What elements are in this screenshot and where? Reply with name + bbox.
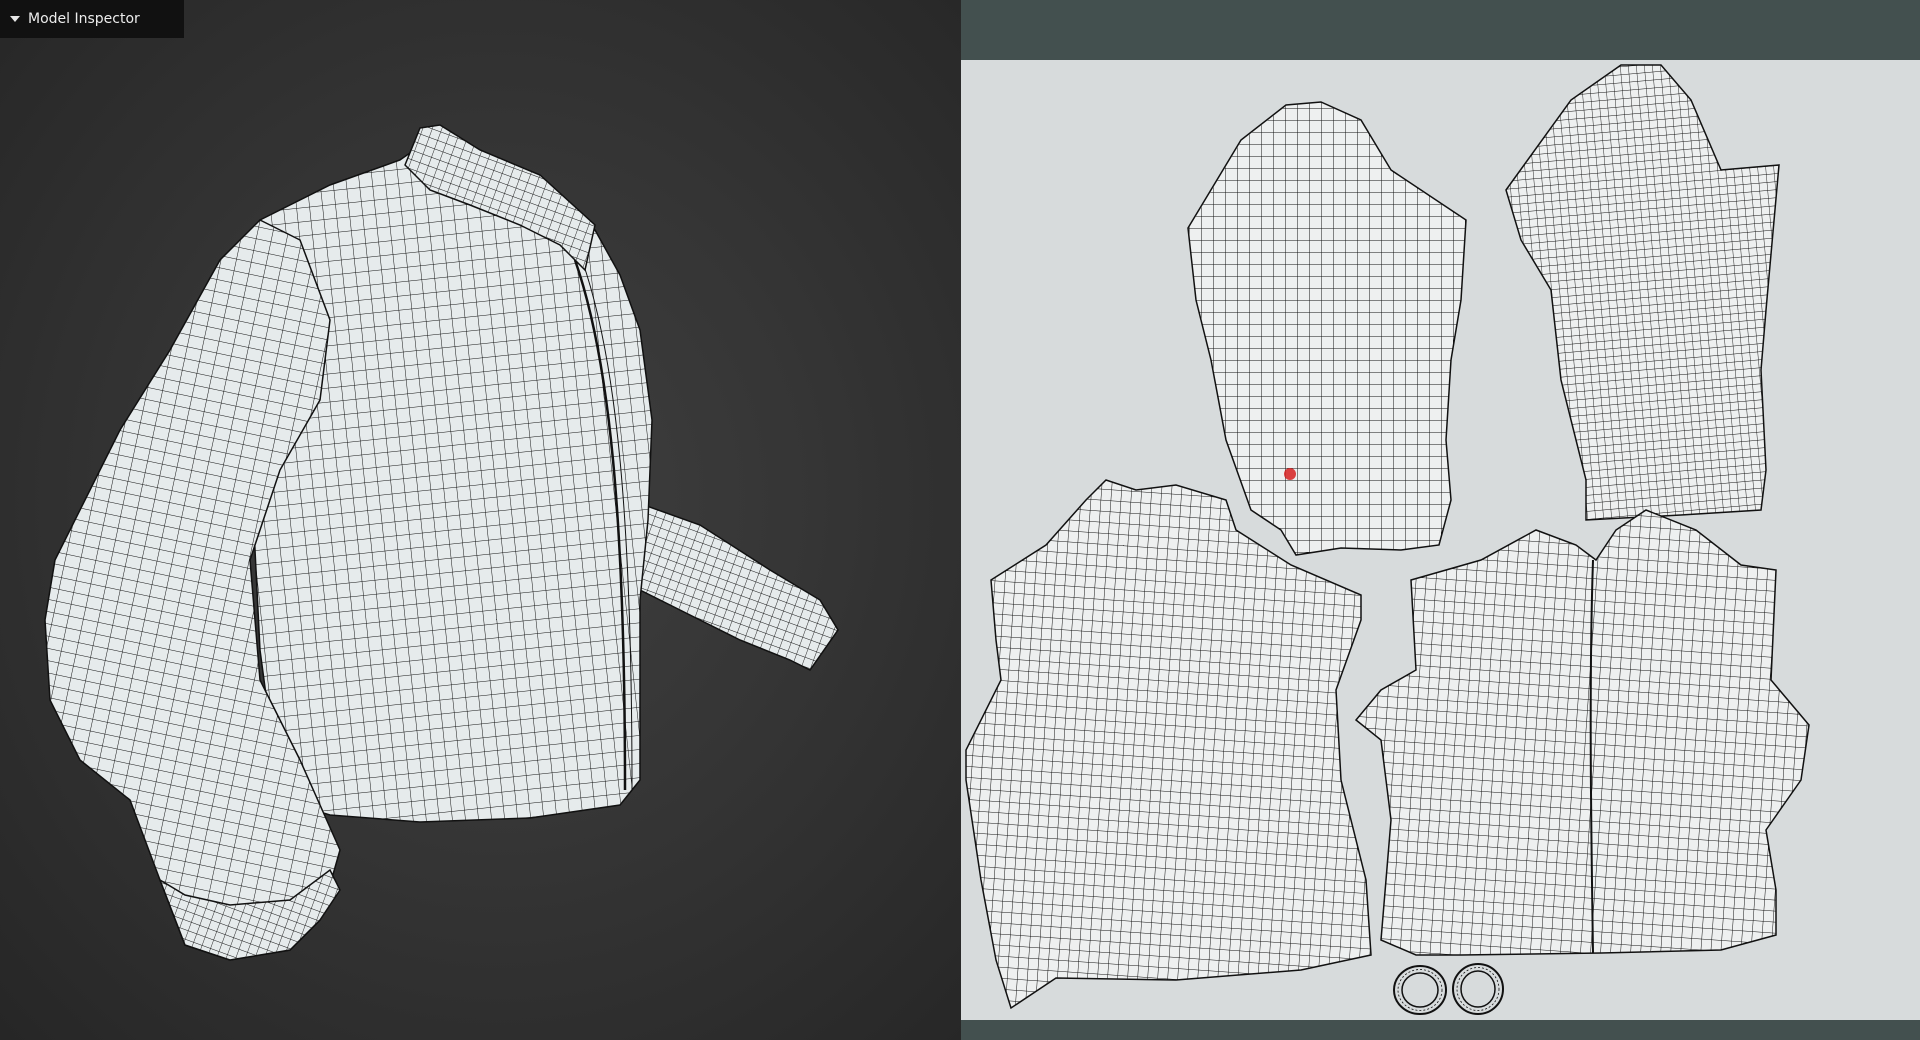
back-sleeve-mesh: [629, 498, 839, 671]
caret-down-icon: [10, 16, 20, 22]
uv-canvas[interactable]: [961, 60, 1920, 1020]
3d-viewport[interactable]: Model Inspector: [0, 0, 961, 1040]
cuff-ring-left-island[interactable]: [1393, 965, 1447, 1015]
uv-editor-panel[interactable]: [961, 0, 1920, 1040]
sleeve-left-island[interactable]: [1187, 101, 1467, 556]
model-inspector-header[interactable]: Model Inspector: [0, 0, 184, 38]
sleeve-right-island[interactable]: [1505, 64, 1780, 521]
cuff-ring-right-island[interactable]: [1452, 963, 1504, 1015]
model-inspector-title: Model Inspector: [28, 11, 140, 27]
uv-layout[interactable]: [961, 60, 1920, 1020]
front-panel-island[interactable]: [1354, 509, 1810, 956]
back-panel-island[interactable]: [965, 479, 1372, 1010]
selected-vertex-marker[interactable]: [1284, 468, 1296, 480]
jacket-3d-mesh[interactable]: [0, 0, 961, 1040]
